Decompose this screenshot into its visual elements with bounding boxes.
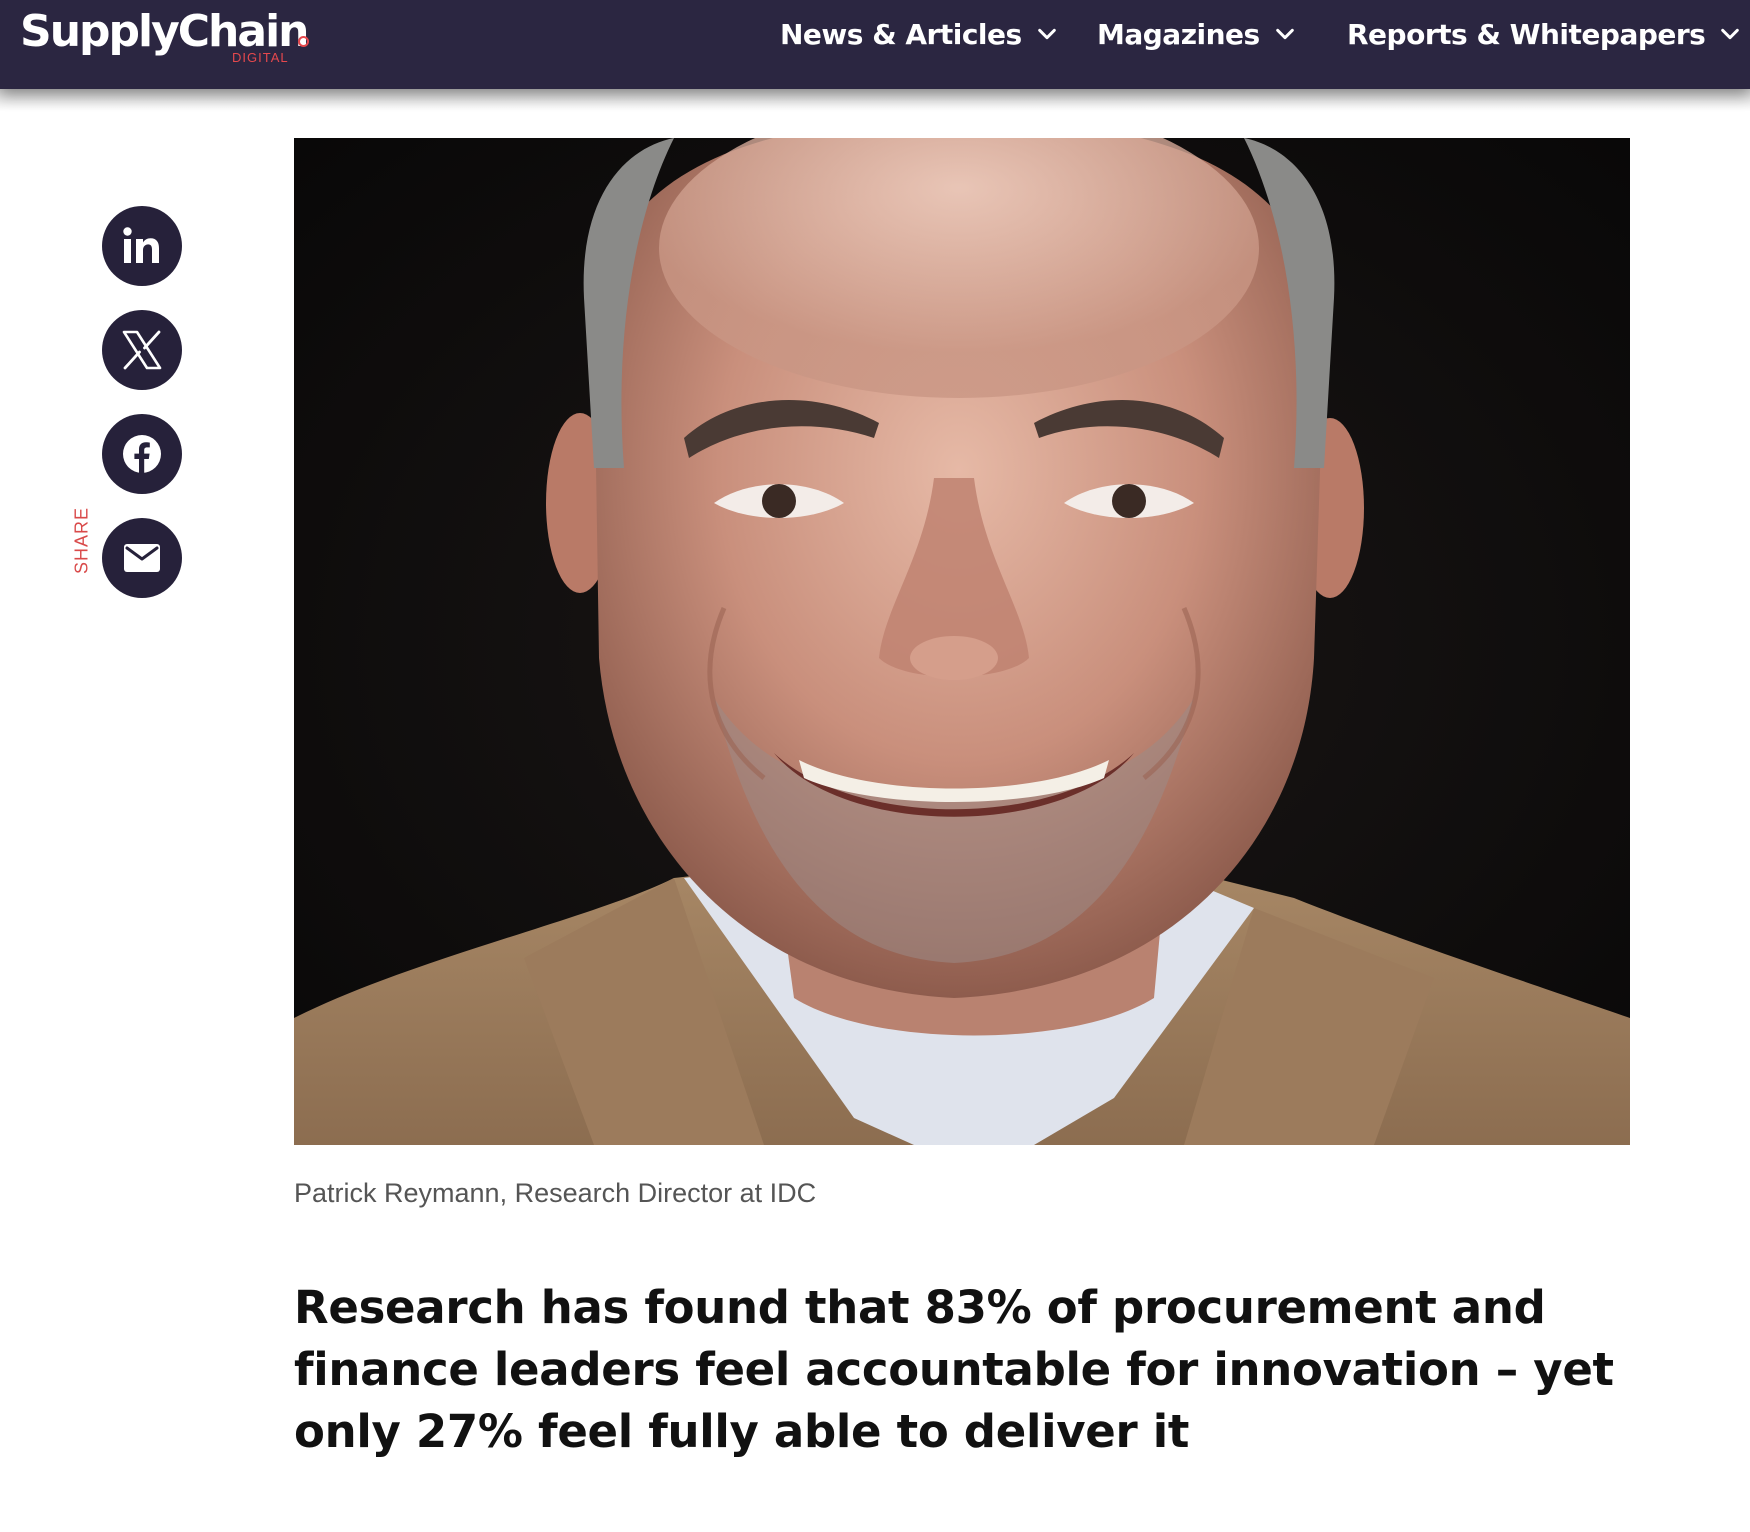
share-email-button[interactable] [102,518,182,598]
article-headline: Research has found that 83% of procureme… [294,1281,1614,1458]
article-hero-photo [294,138,1630,1145]
logo-dot-icon [298,36,309,47]
chevron-down-icon [1721,28,1740,40]
logo-subtitle: DIGITAL [232,50,289,65]
nav-news-articles[interactable]: News & Articles [780,14,1058,54]
photo-caption: Patrick Reymann, Research Director at ID… [294,1178,817,1208]
mail-icon [124,544,160,572]
nav-label: Magazines [1097,17,1260,51]
share-x-button[interactable] [102,310,182,390]
chevron-down-icon [1037,28,1056,40]
nav-magazines[interactable]: Magazines [1097,14,1296,54]
header-shadow [0,89,1750,111]
nav-reports-whitepapers[interactable]: Reports & Whitepapers [1347,14,1741,54]
chevron-down-icon [1275,28,1294,40]
facebook-icon [123,435,161,473]
linkedin-icon [123,227,159,263]
x-icon [122,330,162,370]
share-linkedin-button[interactable] [102,206,182,286]
nav-label: Reports & Whitepapers [1347,17,1706,51]
site-header: SupplyChain DIGITAL News & Articles Maga… [0,0,1750,89]
share-label: SHARE [71,507,92,575]
site-logo[interactable]: SupplyChain DIGITAL [20,4,309,68]
portrait-illustration [294,138,1630,1145]
nav-label: News & Articles [780,17,1022,51]
share-facebook-button[interactable] [102,414,182,494]
